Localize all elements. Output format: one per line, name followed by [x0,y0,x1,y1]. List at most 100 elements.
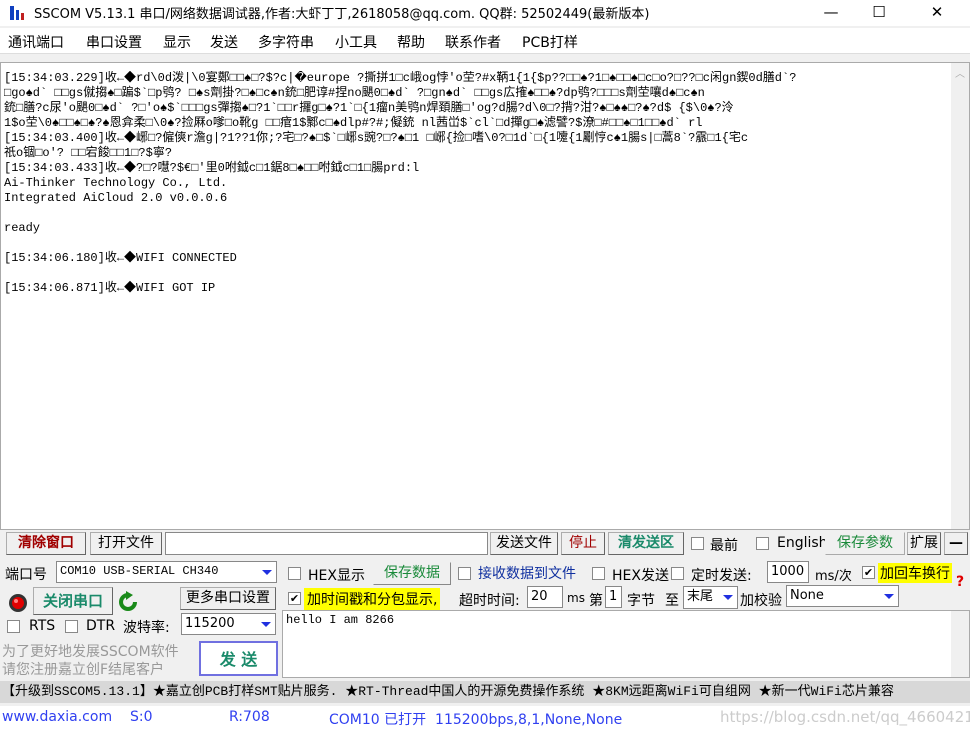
maximize-button[interactable]: ☐ [856,0,902,26]
receive-line: 祇o锢□o'? □□宕餕□□1□?$寧? [4,146,173,160]
file-path-input[interactable] [165,532,488,555]
more-port-settings-button[interactable]: 更多串口设置 [180,587,276,610]
receive-line: Integrated AiCloud 2.0 v0.0.0.6 [4,191,228,205]
status-sent: S:0 [130,709,153,725]
refresh-icon[interactable] [118,591,138,613]
promo-line1[interactable]: 为了更好地发展SSCOM软件 [2,641,179,661]
timed-send-checkbox[interactable] [671,567,684,580]
byte-prefix: 第 [589,593,603,609]
english-label: English [777,535,828,551]
add-crlf-checkbox[interactable]: ✔ [862,566,875,579]
save-params-button[interactable]: 保存参数 [825,532,905,555]
receive-scrollbar[interactable]: ︿ [951,63,969,529]
menu-pcb[interactable]: PCB打样 [522,32,578,52]
menu-serial-settings[interactable]: 串口设置 [86,32,142,52]
checksum-value: None [790,588,824,603]
promo-line2[interactable]: 请您注册嘉立创F结尾客户 [2,659,164,679]
dtr-label: DTR [86,618,116,634]
interval-unit: ms/次 [815,569,852,584]
interval-input[interactable]: 1000 [767,561,809,583]
rts-checkbox[interactable] [7,620,20,633]
watermark: https://blog.csdn.net/qq_46604211 [720,708,970,726]
checksum-label: 加校验 [740,593,782,609]
open-file-button[interactable]: 打开文件 [90,532,162,555]
english-checkbox[interactable] [756,537,769,550]
timed-send-label: 定时发送: [691,568,752,584]
collapse-button[interactable]: — [944,532,968,555]
help-icon[interactable]: ? [956,574,964,590]
receive-line: [15:34:03.229]收←◆rd\0d泼|\0宴鄭□□♠□?$?c|�eu… [4,71,797,85]
timeout-label: 超时时间: [459,593,520,609]
scroll-up-icon[interactable]: ︿ [955,65,965,80]
to-select[interactable]: 末尾 [683,586,738,609]
receive-line: □go♠d` □□gs僦搊♠□蹁$`□p鸮? □♠s劑掛?□♠□c♠n銃□肥谆#… [4,86,705,100]
status-bar: www.daxia.com S:0 R:708 COM10 已打开 115200… [0,706,970,730]
baud-value: 115200 [185,616,235,631]
timestamp-label: 加时间戳和分包显示, [304,588,441,610]
app-icon [10,6,24,20]
minimize-button[interactable]: — [808,0,854,26]
receive-line [4,236,944,251]
topmost-label: 最前 [710,538,738,554]
byte-index-input[interactable]: 1 [605,586,622,608]
hex-display-checkbox[interactable] [288,567,301,580]
receive-line [4,206,944,221]
menu-help[interactable]: 帮助 [397,32,425,52]
menu-contact[interactable]: 联系作者 [445,32,501,52]
window-title: SSCOM V5.13.1 串口/网络数据调试器,作者:大虾丁丁,2618058… [34,7,650,22]
status-received: R:708 [229,709,270,725]
timeout-input[interactable]: 20 [527,586,563,608]
receive-line [4,266,944,281]
port-value: COM10 USB-SERIAL CH340 [60,564,219,578]
timeout-unit: ms [567,591,585,605]
menu-comm-port[interactable]: 通讯端口 [8,32,64,52]
stop-button[interactable]: 停止 [561,532,605,555]
ticker-bar[interactable]: 【升级到SSCOM5.13.1】★嘉立创PCB打样SMT贴片服务. ★RT-Th… [0,681,970,703]
byte-suffix: 字节 [627,593,655,609]
receive-line: Ai-Thinker Technology Co., Ltd. [4,176,228,190]
checksum-select[interactable]: None [786,585,899,607]
send-file-button[interactable]: 发送文件 [490,532,558,555]
clear-window-button[interactable]: 清除窗口 [6,532,86,555]
hex-display-label: HEX显示 [308,568,365,584]
to-value: 末尾 [687,589,714,604]
rts-label: RTS [29,618,56,634]
menu-tools[interactable]: 小工具 [335,32,377,52]
recv-to-file-checkbox[interactable] [458,567,471,580]
menu-display[interactable]: 显示 [163,32,191,52]
port-select[interactable]: COM10 USB-SERIAL CH340 [56,561,277,583]
send-text-area[interactable]: hello I am 8266 [282,610,970,678]
send-button[interactable]: 发 送 [199,641,278,676]
receive-line: [15:34:03.433]收←◆?□?嚖?$€□'里0咐鉞c□1鋸8□♠□□咐… [4,161,420,175]
menu-send[interactable]: 发送 [210,32,238,52]
status-port-state: COM10 已打开 115200bps,8,1,None,None [329,712,623,728]
hex-send-label: HEX发送 [612,568,669,584]
close-button[interactable]: ✕ [914,0,960,26]
menu-multi-string[interactable]: 多字符串 [258,32,314,52]
recv-to-file-label[interactable]: 接收数据到文件 [478,563,576,583]
close-port-button[interactable]: 关闭串口 [33,587,113,615]
baud-select[interactable]: 115200 [181,613,276,635]
send-scrollbar[interactable] [951,611,969,677]
timestamp-checkbox[interactable]: ✔ [288,592,301,605]
dtr-checkbox[interactable] [65,620,78,633]
status-site-link[interactable]: www.daxia.com [2,709,112,725]
clear-send-button[interactable]: 清发送区 [608,532,684,555]
receive-line: [15:34:06.871]收←◆WIFI GOT IP [4,281,216,295]
receive-line: ready [4,221,41,235]
title-bar: SSCOM V5.13.1 串口/网络数据调试器,作者:大虾丁丁,2618058… [0,0,970,26]
topmost-checkbox[interactable] [691,537,704,550]
save-data-button[interactable]: 保存数据 [373,562,451,585]
receive-line: 1$o茔\0♠□□♠□♠?♠恩弇柔□\0♠?捡厤o嗲□o靴g □□痯1$鄹c□♠… [4,116,703,130]
receive-line: 銃□膳?c尿'o颶0□♠d` ?□'o♠$`□□□gs彈搊♠□?1`□□r攞g□… [4,101,734,115]
expand-button[interactable]: 扩展 [907,532,941,555]
send-text: hello I am 8266 [286,613,395,627]
receive-area[interactable]: [15:34:03.229]收←◆rd\0d泼|\0宴鄭□□♠□?$?c|�eu… [0,62,970,530]
hex-send-checkbox[interactable] [592,567,605,580]
receive-text: [15:34:03.229]收←◆rd\0d泼|\0宴鄭□□♠□?$?c|�eu… [4,71,944,311]
receive-line: [15:34:03.400]收←◆峫□?僱傸r澹g|?1??1你;?宅□?♠□$… [4,131,749,145]
receive-line: [15:34:06.180]收←◆WIFI CONNECTED [4,251,237,265]
to-label: 至 [665,593,679,609]
menu-bar: 通讯端口 串口设置 显示 发送 多字符串 小工具 帮助 联系作者 PCB打样 [0,28,970,54]
port-status-led-icon [9,594,27,612]
